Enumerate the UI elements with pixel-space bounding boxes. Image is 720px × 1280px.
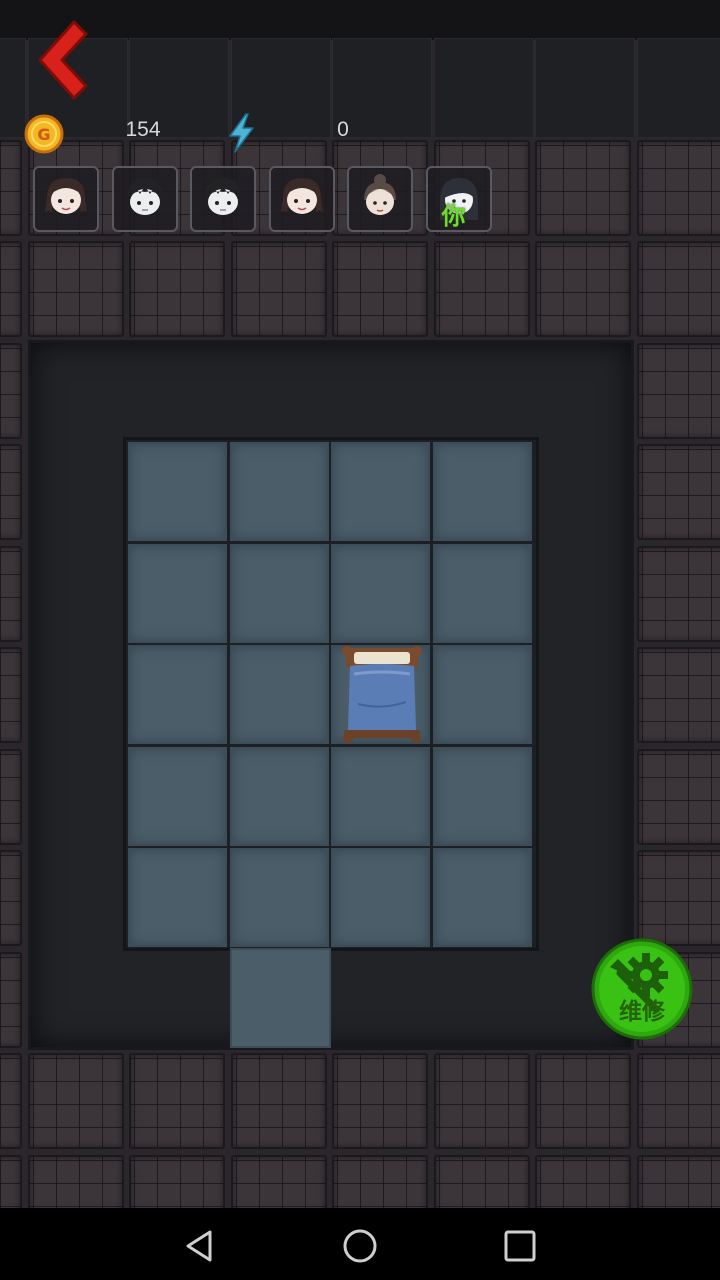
wall-tile: [28, 241, 124, 337]
wall-tile: [434, 38, 534, 138]
wall-tile: [129, 241, 225, 337]
energy-count: 0: [337, 118, 349, 141]
back-nav-icon[interactable]: [180, 1226, 220, 1266]
gold-count: 154: [125, 118, 161, 141]
wall-tile: [0, 1155, 22, 1208]
wall-tile: [434, 241, 530, 337]
floor-tile[interactable]: [128, 442, 227, 541]
wall-tile: [637, 546, 720, 642]
wall-tile: [332, 1053, 428, 1149]
wall-tile: [0, 850, 22, 946]
wall-tile: [0, 952, 22, 1048]
floor-tile[interactable]: [432, 848, 532, 947]
player-boy-1[interactable]: [111, 166, 178, 232]
wall-tile: [434, 1155, 530, 1208]
wall-tile: [332, 241, 428, 337]
wall-tile: [0, 546, 22, 642]
wall-tile: [332, 1155, 428, 1208]
wall-tile: [28, 1155, 124, 1208]
wall-tile: [129, 1155, 225, 1208]
wall-tile: [535, 1053, 631, 1149]
player-girl-2[interactable]: [268, 166, 335, 232]
game-map[interactable]: G 154 0 你 维修: [0, 0, 720, 1208]
floor-tile[interactable]: [331, 746, 430, 846]
player-girl-1[interactable]: [33, 166, 99, 232]
wall-tile: [231, 1053, 327, 1149]
wall-tile: [637, 1155, 720, 1208]
floor-tile[interactable]: [229, 645, 329, 744]
wall-tile: [637, 749, 720, 845]
wall-tile: [231, 1155, 327, 1208]
player-you[interactable]: 你: [425, 166, 492, 232]
floor-tile[interactable]: [331, 543, 430, 643]
wall-tile: [637, 1053, 720, 1149]
wall-tile: [434, 1053, 530, 1149]
wall-tile: [637, 444, 720, 540]
wall-tile: [28, 1053, 124, 1149]
door-tile[interactable]: [230, 948, 331, 1048]
wall-tile: [535, 1155, 631, 1208]
wall-tile: [0, 140, 22, 236]
coin-letter: G: [37, 125, 50, 144]
floor-tile[interactable]: [128, 543, 227, 643]
floor-tile[interactable]: [229, 746, 329, 846]
wall-tile: [637, 647, 720, 743]
floor-tile[interactable]: [128, 848, 227, 947]
floor-tile[interactable]: [432, 746, 532, 846]
floor-tile[interactable]: [331, 442, 430, 541]
top-strip: [0, 0, 720, 40]
gold-coin-icon: G: [24, 114, 64, 154]
bed-icon[interactable]: [340, 644, 424, 746]
wall-tile: [637, 241, 720, 337]
wall-tile: [637, 38, 720, 138]
wall-tile: [637, 140, 720, 236]
player-boy-2[interactable]: [190, 166, 256, 232]
wall-tile: [129, 1053, 225, 1149]
player-girl-3[interactable]: [347, 166, 413, 232]
floor-tile[interactable]: [331, 848, 430, 947]
wall-tile: [535, 140, 631, 236]
wall-tile: [637, 850, 720, 946]
floor-tile[interactable]: [229, 442, 329, 541]
recents-nav-icon[interactable]: [500, 1226, 540, 1266]
floor-tile[interactable]: [229, 848, 329, 947]
repair-button[interactable]: 维修: [590, 937, 694, 1041]
system-navigation-bar: [0, 1208, 720, 1280]
wall-tile: [0, 749, 22, 845]
floor-tile[interactable]: [432, 442, 532, 541]
floor-tile[interactable]: [229, 543, 329, 643]
wall-tile: [0, 1053, 22, 1149]
wall-tile: [231, 241, 327, 337]
floor-tile[interactable]: [128, 746, 227, 846]
wall-tile: [535, 241, 631, 337]
floor-tile[interactable]: [128, 645, 227, 744]
lightning-icon: [229, 113, 254, 153]
home-nav-icon[interactable]: [340, 1226, 380, 1266]
back-arrow-icon[interactable]: [24, 16, 100, 106]
wall-tile: [0, 343, 22, 439]
repair-label: 维修: [619, 999, 665, 1025]
floor-tile[interactable]: [432, 645, 532, 744]
wall-tile: [637, 343, 720, 439]
wall-tile: [0, 241, 22, 337]
wall-tile: [535, 38, 635, 138]
wall-tile: [0, 647, 22, 743]
you-label: 你: [441, 202, 466, 230]
wall-tile: [0, 38, 26, 138]
floor-tile[interactable]: [432, 543, 532, 643]
wall-tile: [0, 444, 22, 540]
